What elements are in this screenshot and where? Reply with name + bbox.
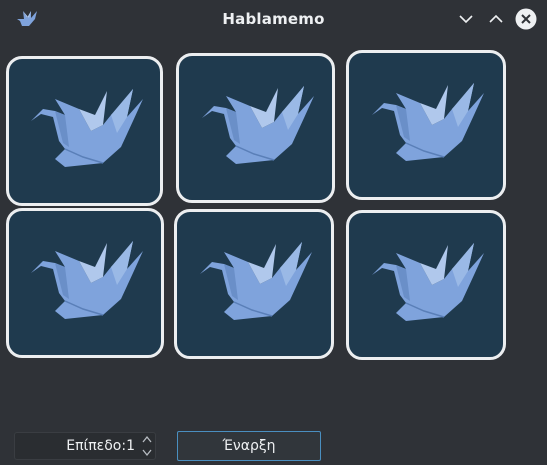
close-icon[interactable] bbox=[515, 8, 537, 30]
chevron-up-icon[interactable] bbox=[141, 434, 153, 445]
bottom-bar: Επίπεδο:1 Έναρξη bbox=[0, 420, 547, 465]
memory-card[interactable] bbox=[176, 53, 335, 203]
maximize-icon[interactable] bbox=[486, 9, 506, 29]
memory-card[interactable] bbox=[6, 208, 164, 358]
title-bar[interactable]: Hablamemo bbox=[0, 0, 547, 38]
paper-crane-icon bbox=[30, 240, 144, 320]
paper-crane-icon bbox=[371, 82, 485, 162]
paper-crane-icon bbox=[200, 85, 315, 165]
paper-crane-icon bbox=[29, 88, 144, 168]
minimize-icon[interactable] bbox=[456, 9, 476, 29]
card-board bbox=[0, 38, 547, 378]
memory-card[interactable] bbox=[346, 210, 506, 360]
level-spinbox[interactable]: Επίπεδο:1 bbox=[14, 432, 156, 460]
chevron-down-icon[interactable] bbox=[141, 447, 153, 458]
paper-crane-icon bbox=[371, 242, 485, 322]
memory-card[interactable] bbox=[346, 50, 506, 200]
paper-crane-icon bbox=[199, 241, 313, 321]
memory-card[interactable] bbox=[6, 56, 163, 206]
memory-card[interactable] bbox=[174, 209, 334, 359]
level-value[interactable]: Επίπεδο:1 bbox=[15, 433, 135, 459]
start-button[interactable]: Έναρξη bbox=[177, 431, 321, 461]
